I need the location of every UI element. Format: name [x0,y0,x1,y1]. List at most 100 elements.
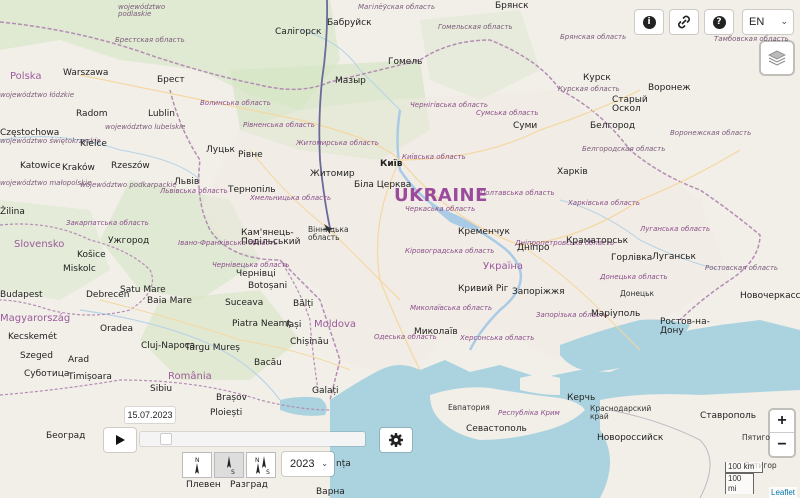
region-label: Миколаївська область [410,304,493,312]
country-label-slovakia: Slovensko [14,239,65,250]
city-label: Galați [312,386,339,396]
city-label: Курск [583,73,611,83]
region-label: Донецька область [600,273,668,281]
region-label: Воронежская область [670,129,752,137]
layers-icon [768,50,786,66]
region-label: Херсонська область [460,334,535,342]
region-label: Житомирська область [296,139,379,147]
map-canvas[interactable]: województwo podlaskie Магілёўская область… [0,0,800,498]
region-label: Хмельницька область [250,194,332,202]
city-label: Бабруйск [327,18,372,28]
zoom-out-button[interactable]: − [770,433,794,456]
city-label: Arad [68,355,90,365]
settings-button[interactable] [380,428,412,452]
scale-km: 100 km [725,462,763,473]
compass-both-icon: N S [255,456,270,476]
link-button[interactable] [670,10,698,34]
timeline-slider-thumb[interactable] [160,433,173,445]
region-label: Республіка Крим [498,409,560,417]
city-label: Салігорск [275,27,322,37]
city-label: Szeged [20,351,53,361]
city-label: Маріуполь [591,309,641,319]
region-label: województwo małopolskie [0,179,92,187]
region-label: Кіровоградська область [405,247,495,255]
region-label: Чернівецька область [212,261,290,269]
region-label: Сумська область [476,109,539,117]
city-label: Новороссийск [597,433,664,443]
year-select[interactable]: 2023 ⌄ [282,452,334,476]
region-label: województwo lubelskie [105,123,186,131]
info-button[interactable]: i [635,10,663,34]
info-icon: i [642,15,656,29]
svg-text:S: S [266,469,270,476]
region-label: Чернігівська область [410,101,488,109]
country-label-ukraine-native: Україна [483,261,524,272]
play-button[interactable] [104,428,136,452]
city-label: Житомир [310,169,355,179]
city-label: Мазыр [335,76,366,86]
compass-south-button[interactable]: S [214,452,244,478]
city-label: Краматорськ [566,236,629,246]
city-label: Kielce [80,139,107,149]
city-label: Chișinău [290,337,329,347]
city-label: Старый Оскол [612,95,648,114]
city-label: Oradea [100,324,134,334]
city-label: Новочеркасск [740,291,800,301]
help-button[interactable]: ? [705,10,733,34]
city-label: Brașov [216,393,247,403]
gear-icon [389,433,403,447]
city-label: Запоріжжя [512,287,565,297]
city-label: Варна [316,487,345,497]
city-label: Чернівці [236,269,276,279]
city-label: Донецьк [620,289,655,298]
city-label: Гомель [388,57,423,67]
region-label: Гомельская область [438,23,513,31]
city-label: Rzeszów [111,161,150,171]
link-icon [677,15,691,29]
city-label: Baia Mare [147,296,192,306]
layers-button[interactable] [761,42,793,74]
city-label: Плевен [186,480,221,490]
attribution-link[interactable]: Leaflet [769,487,798,498]
city-label: Timișoara [68,372,112,382]
svg-text:N: N [255,457,260,464]
city-label: Біла Церква [354,180,412,190]
language-value: EN [749,16,765,28]
timeline-slider[interactable] [140,432,365,446]
compass-north-button[interactable]: N [182,452,212,478]
scale-mi: 100 mi [725,473,754,494]
city-label: Botoșani [248,281,288,291]
region-label: Закарпатська область [66,219,149,227]
timeline-date: 15.07.2023 [125,407,175,423]
play-icon [116,435,125,445]
region-label: województwo podlaskie [118,3,166,18]
region-label: Харківська область [568,199,640,207]
region-label: Полтавська область [480,189,555,197]
city-label: Кривий Ріг [458,284,509,294]
city-label: Белгород [590,121,636,131]
city-label: Częstochowa [0,128,60,138]
language-select[interactable]: EN ⌄ [743,10,793,34]
city-label: Ужгород [108,236,150,246]
region-label: Курская область [558,85,620,93]
city-label: Suceava [225,298,264,308]
city-label: Miskolc [63,264,96,274]
city-label: Bălți [293,299,314,309]
region-label: Краснодарский край [590,404,652,421]
city-label: Львів [174,177,200,187]
region-label: Ростовская область [705,264,779,272]
country-label-hungary: Magyarország [0,313,71,324]
city-label: Београд [46,431,86,441]
city-label: Lublin [148,109,175,119]
region-label: Волинська область [200,99,271,107]
city-label: Košice [77,250,106,260]
zoom-in-button[interactable]: + [770,410,794,433]
svg-text:N: N [195,457,200,464]
country-label-romania: România [168,371,212,382]
compass-both-button[interactable]: N S [246,452,276,478]
city-label: Bacău [254,358,282,368]
region-label: Магілёўская область [358,3,436,11]
city-label: Харків [557,167,588,177]
city-label: Севастополь [466,424,527,434]
city-label: Ростов-на- Дону [660,317,710,336]
